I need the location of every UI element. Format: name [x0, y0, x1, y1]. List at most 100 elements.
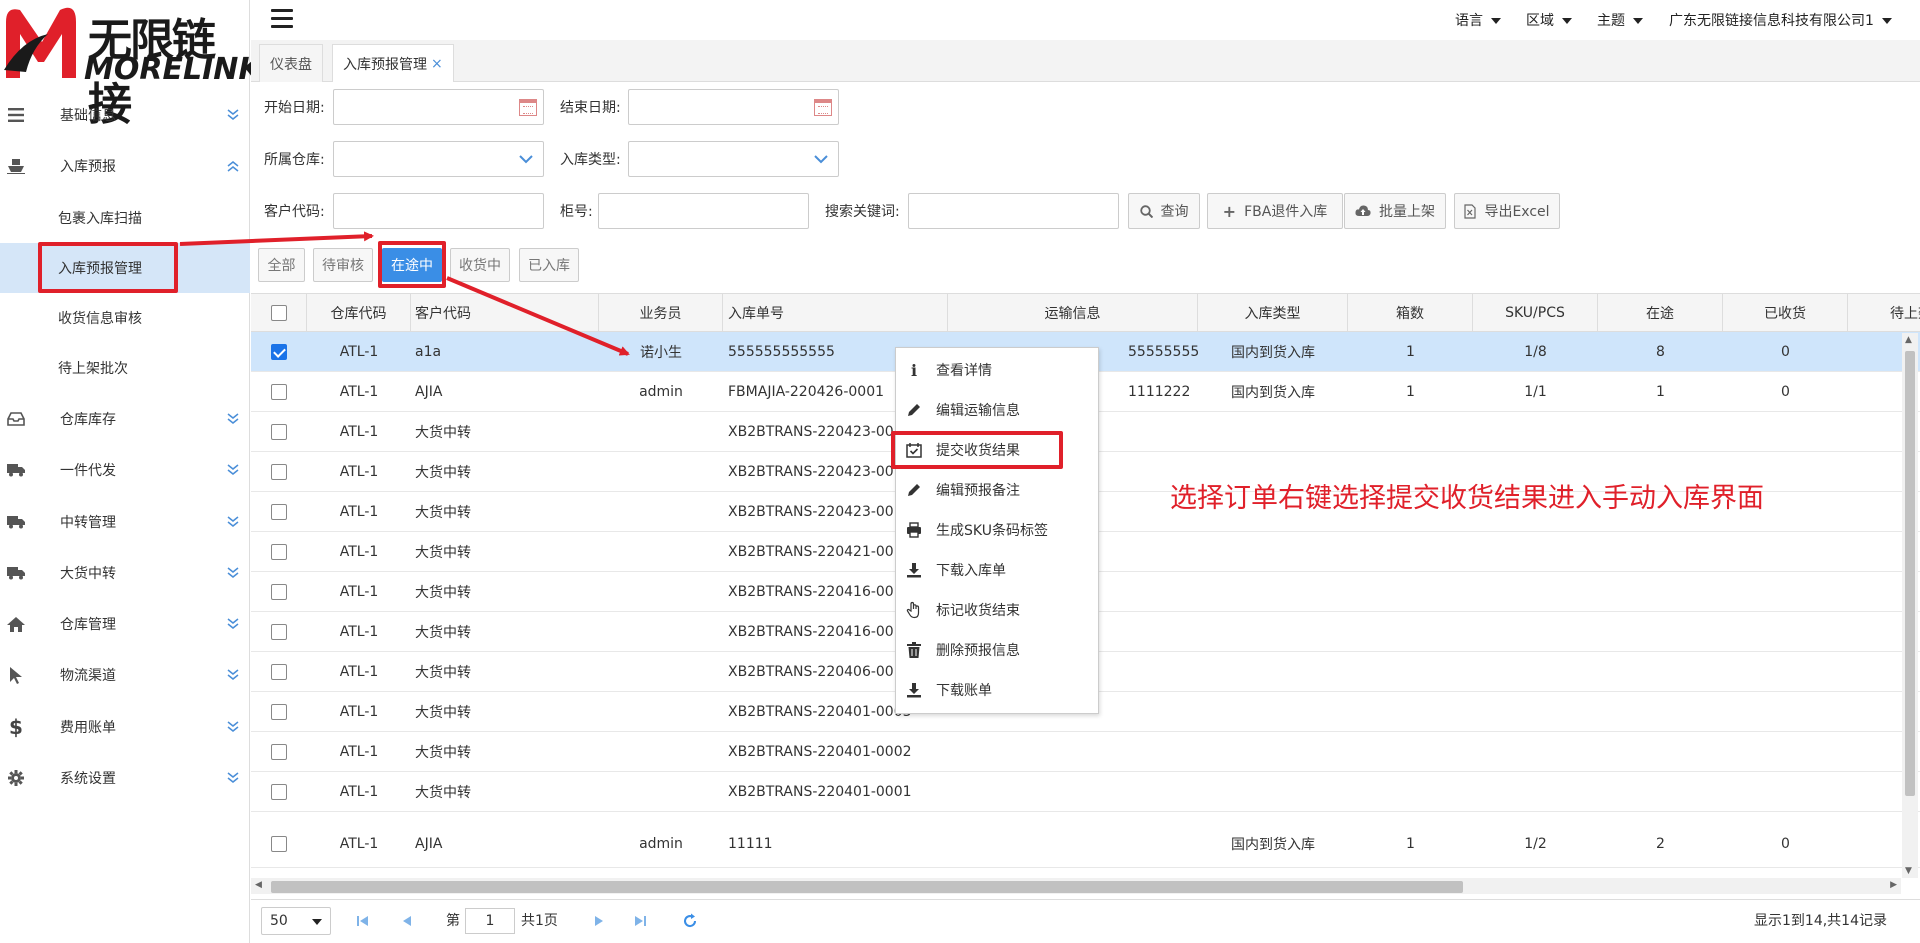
table-row[interactable]: ATL-1 AJIA admin 11111 国内到货入库 1 1/2 2 0: [251, 820, 1920, 868]
row-checkbox[interactable]: [271, 744, 287, 760]
header-salesman[interactable]: 业务员: [599, 294, 723, 332]
sidebar-item-warehouse-manage[interactable]: 仓库管理: [0, 599, 250, 649]
sidebar-item-transit[interactable]: 中转管理: [0, 497, 250, 547]
batch-shelf-button[interactable]: 批量上架: [1344, 193, 1446, 229]
header-inbound-order[interactable]: 入库单号: [723, 294, 948, 332]
row-checkbox-cell[interactable]: [251, 532, 307, 572]
end-date-input[interactable]: [628, 89, 839, 125]
row-checkbox[interactable]: [271, 664, 287, 680]
row-checkbox[interactable]: [271, 464, 287, 480]
filter-stocked-button[interactable]: 已入库: [519, 248, 579, 282]
header-customer-code[interactable]: 客户代码: [411, 294, 599, 332]
start-date-input[interactable]: [333, 89, 544, 125]
scroll-down-icon[interactable]: ▼: [1905, 866, 1912, 876]
row-checkbox-cell[interactable]: [251, 372, 307, 412]
query-button[interactable]: 查询: [1128, 193, 1200, 229]
header-inbound-type[interactable]: 入库类型: [1198, 294, 1348, 332]
horizontal-scrollbar[interactable]: ◀ ▶: [251, 878, 1901, 894]
warehouse-select[interactable]: [333, 141, 544, 177]
vertical-scroll-thumb[interactable]: [1905, 351, 1915, 796]
row-checkbox-cell[interactable]: [251, 612, 307, 652]
select-all-checkbox[interactable]: [270, 305, 287, 321]
row-checkbox[interactable]: [271, 624, 287, 640]
row-checkbox[interactable]: [271, 784, 287, 800]
customer-code-input[interactable]: [333, 193, 544, 229]
scroll-right-icon[interactable]: ▶: [1890, 880, 1897, 890]
row-checkbox-cell[interactable]: [251, 692, 307, 732]
header-sku-pcs[interactable]: SKU/PCS: [1473, 294, 1598, 332]
ctx-download-bill[interactable]: 下载账单: [896, 670, 1100, 710]
sidebar-item-logistics-channel[interactable]: 物流渠道: [0, 650, 250, 700]
row-checkbox-cell[interactable]: [251, 492, 307, 532]
filter-pending-review-button[interactable]: 待审核: [313, 248, 373, 282]
row-checkbox-cell[interactable]: [251, 572, 307, 612]
header-shipping-info[interactable]: 运输信息: [948, 294, 1198, 332]
sidebar-item-parcel-scan[interactable]: 包裹入库扫描: [0, 193, 250, 243]
ctx-delete-forecast[interactable]: 删除预报信息: [896, 630, 1100, 670]
close-icon[interactable]: ×: [431, 56, 443, 72]
ctx-mark-receipt-end[interactable]: 标记收货结束: [896, 590, 1100, 630]
first-page-icon[interactable]: [356, 914, 370, 928]
filter-receiving-button[interactable]: 收货中: [450, 248, 510, 282]
row-checkbox-cell[interactable]: [251, 452, 307, 492]
row-checkbox[interactable]: [271, 384, 287, 400]
vertical-scrollbar[interactable]: ▲ ▼: [1902, 333, 1918, 878]
last-page-icon[interactable]: [633, 914, 647, 928]
filter-all-button[interactable]: 全部: [258, 248, 305, 282]
sidebar-item-receipt-review[interactable]: 收货信息审核: [0, 293, 250, 343]
page-number-input[interactable]: 1: [465, 908, 515, 934]
page-size-select[interactable]: 50: [261, 907, 331, 935]
ctx-edit-remark[interactable]: 编辑预报备注: [896, 470, 1100, 510]
scroll-left-icon[interactable]: ◀: [255, 880, 262, 890]
fba-return-button[interactable]: + FBA退件入库: [1207, 193, 1343, 229]
header-boxes[interactable]: 箱数: [1348, 294, 1473, 332]
tab-dashboard[interactable]: 仪表盘: [259, 44, 323, 82]
inbound-type-select[interactable]: [628, 141, 839, 177]
header-in-transit[interactable]: 在途: [1598, 294, 1723, 332]
sidebar-item-billing[interactable]: $ 费用账单: [0, 702, 250, 752]
row-checkbox[interactable]: [271, 704, 287, 720]
sidebar-item-bulk-transit[interactable]: 大货中转: [0, 548, 250, 598]
scroll-up-icon[interactable]: ▲: [1905, 335, 1912, 345]
horizontal-scroll-thumb[interactable]: [271, 881, 1463, 893]
row-checkbox[interactable]: [271, 836, 287, 852]
theme-menu[interactable]: 主题: [1597, 10, 1643, 30]
sidebar-item-dropship[interactable]: 一件代发: [0, 445, 250, 495]
tab-forecast-manage[interactable]: 入库预报管理 ×: [332, 44, 454, 82]
ctx-download-inbound[interactable]: 下载入库单: [896, 550, 1100, 590]
header-warehouse-code[interactable]: 仓库代码: [307, 294, 411, 332]
ctx-generate-sku-label[interactable]: 生成SKU条码标签: [896, 510, 1100, 550]
region-menu[interactable]: 区域: [1526, 10, 1572, 30]
calendar-icon[interactable]: [519, 99, 537, 116]
ctx-view-details[interactable]: i 查看详情: [896, 350, 1100, 390]
row-checkbox-cell[interactable]: [251, 652, 307, 692]
table-row[interactable]: ATL-1 大货中转 XB2BTRANS-220401-0002: [251, 732, 1920, 772]
table-row[interactable]: ATL-1 大货中转 XB2BTRANS-220401-0001: [251, 772, 1920, 812]
row-checkbox-cell[interactable]: [251, 820, 307, 868]
calendar-icon[interactable]: [814, 99, 832, 116]
row-checkbox[interactable]: [271, 424, 287, 440]
row-checkbox-cell[interactable]: [251, 732, 307, 772]
refresh-icon[interactable]: [682, 913, 698, 929]
sidebar-item-settings[interactable]: 系统设置: [0, 753, 250, 803]
export-excel-button[interactable]: 导出Excel: [1454, 193, 1560, 229]
row-checkbox[interactable]: [271, 504, 287, 520]
row-checkbox[interactable]: [271, 544, 287, 560]
row-checkbox-cell[interactable]: [251, 332, 307, 372]
cabinet-no-input[interactable]: [598, 193, 809, 229]
row-checkbox-cell[interactable]: [251, 412, 307, 452]
next-page-icon[interactable]: [593, 914, 605, 928]
keyword-input[interactable]: [908, 193, 1119, 229]
header-pending-shelf[interactable]: 待上架: [1848, 294, 1920, 332]
company-menu[interactable]: 广东无限链接信息科技有限公司1: [1669, 10, 1892, 30]
ctx-edit-shipping[interactable]: 编辑运输信息: [896, 390, 1100, 430]
header-received[interactable]: 已收货: [1723, 294, 1848, 332]
row-checkbox[interactable]: [271, 584, 287, 600]
sidebar-item-inventory[interactable]: 仓库库存: [0, 394, 250, 444]
language-menu[interactable]: 语言: [1455, 10, 1501, 30]
header-select-all[interactable]: [251, 294, 307, 332]
row-checkbox-cell[interactable]: [251, 772, 307, 812]
row-checkbox[interactable]: [271, 344, 287, 360]
sidebar-item-pending-shelf[interactable]: 待上架批次: [0, 343, 250, 393]
prev-page-icon[interactable]: [401, 914, 413, 928]
